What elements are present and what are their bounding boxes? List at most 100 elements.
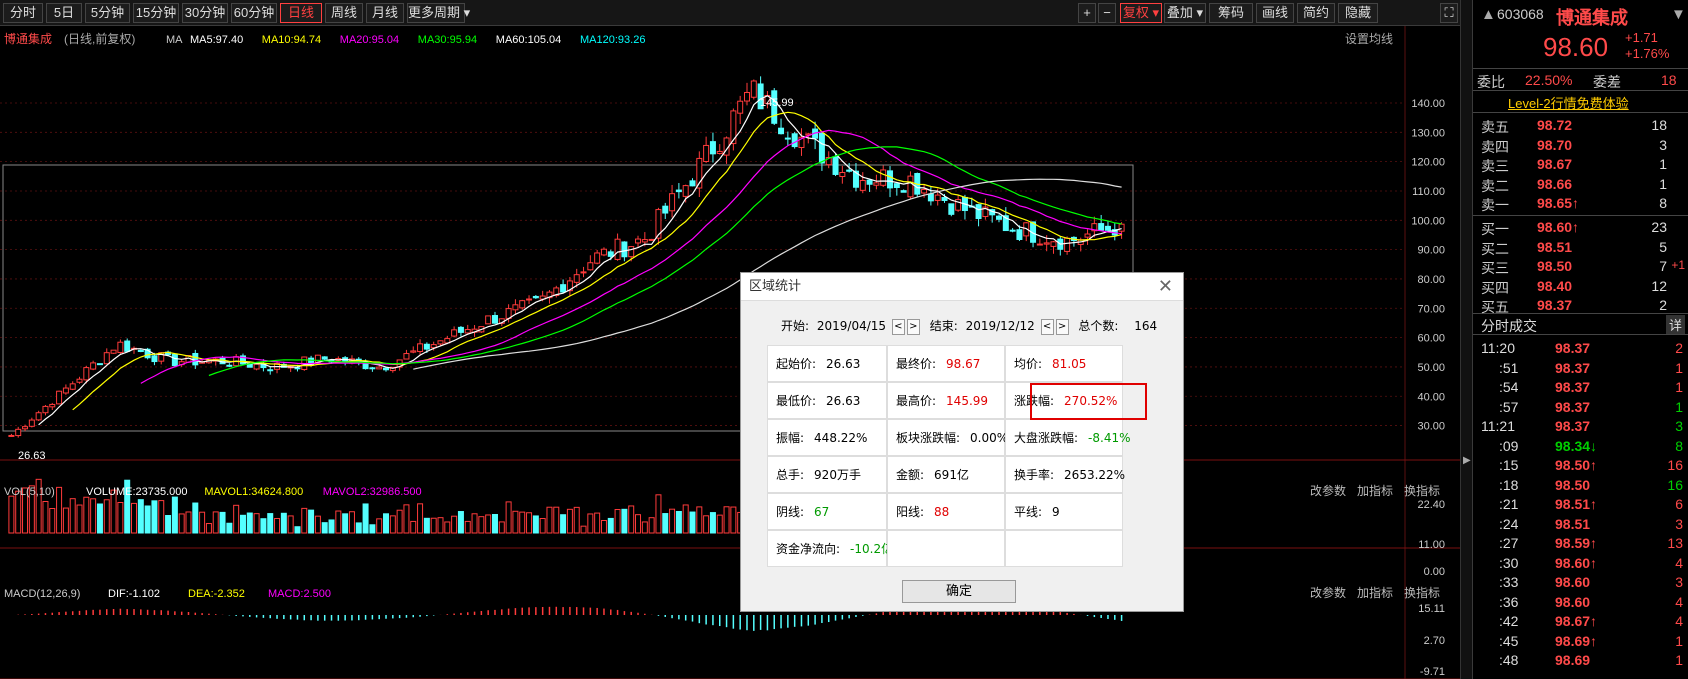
stat-cell: 平线: 9 xyxy=(1005,493,1123,530)
volume-bar xyxy=(62,507,69,534)
candle-body xyxy=(600,248,607,256)
volume-bar xyxy=(682,504,689,534)
toolbar-button-2[interactable]: 复权 ▾ xyxy=(1120,3,1162,23)
period-toolbar: 分时 5日 5分钟 15分钟 30分钟 60分钟 日线 周线 月线 更多周期 ▾ + − 复权 ▾ 叠加 … xyxy=(0,0,1460,26)
trade-price: 98.51↑ xyxy=(1555,496,1598,512)
candle-body xyxy=(35,412,42,421)
period-tab-7[interactable]: 周线 xyxy=(325,3,363,23)
ask-row-1[interactable]: 卖四 98.70 3 xyxy=(1473,137,1688,157)
volume-bar xyxy=(219,511,226,534)
fullscreen-icon[interactable]: ⛶ xyxy=(1440,3,1458,23)
candle-body xyxy=(900,190,907,193)
trade-price: 98.37 xyxy=(1555,418,1591,434)
trade-row: :36 98.60 4 xyxy=(1473,594,1688,614)
bid-row-2[interactable]: 买三 98.50 7 +1 xyxy=(1473,258,1688,278)
volume-bar xyxy=(675,510,682,534)
kline-chart[interactable]: 140.00130.00120.00110.00100.0090.0080.00… xyxy=(0,26,1460,679)
period-tab-3[interactable]: 15分钟 xyxy=(133,3,179,23)
start-next-button[interactable]: > xyxy=(906,318,920,335)
ask-price: 98.66 xyxy=(1537,175,1573,192)
toolbar-button-5[interactable]: 画线 xyxy=(1256,3,1294,23)
period-tab-4[interactable]: 30分钟 xyxy=(182,3,228,23)
trade-time: 11:20 xyxy=(1481,340,1515,356)
toolbar-button-3[interactable]: 叠加 ▾ xyxy=(1164,3,1206,23)
stat-cell: 大盘涨跌幅: -8.41% xyxy=(1005,419,1131,456)
bid-row-4[interactable]: 买五 98.37 2 xyxy=(1473,297,1688,317)
volume-bar xyxy=(669,508,676,534)
macd-tick-2: -9.71 xyxy=(1420,666,1445,678)
ask-qty: 18 xyxy=(1651,117,1667,133)
trades-detail-button[interactable]: 详 xyxy=(1665,315,1685,334)
bid-price: 98.40 xyxy=(1537,277,1573,294)
period-tab-5[interactable]: 60分钟 xyxy=(231,3,277,23)
candle-body xyxy=(464,329,471,334)
count-label: 总个数: xyxy=(1078,319,1119,333)
volume-bar xyxy=(83,496,90,534)
volume-bar xyxy=(56,486,63,534)
candle-body xyxy=(417,343,424,352)
trade-price: 98.60 xyxy=(1555,593,1591,610)
stat-label: 阴线: xyxy=(776,505,805,519)
toolbar-button-1[interactable]: − xyxy=(1098,3,1116,23)
volume-bar xyxy=(491,513,498,534)
volume-bar xyxy=(526,512,533,534)
ask-qty: 1 xyxy=(1659,175,1667,192)
bid-row-3[interactable]: 买四 98.40 12 xyxy=(1473,278,1688,298)
toolbar-button-0[interactable]: + xyxy=(1078,3,1096,23)
period-tab-8[interactable]: 月线 xyxy=(366,3,404,23)
scroll-up-icon[interactable]: ▲ xyxy=(1481,6,1496,23)
trade-time: :42 xyxy=(1499,613,1519,629)
volume-bar xyxy=(444,521,451,534)
stat-cell: 阳线: 88 xyxy=(887,493,1005,530)
trade-qty: 4 xyxy=(1675,593,1683,610)
candle-body xyxy=(975,204,982,219)
start-prev-button[interactable]: < xyxy=(891,318,905,335)
period-tab-2[interactable]: 5分钟 xyxy=(85,3,130,23)
period-tab-1[interactable]: 5日 xyxy=(46,3,82,23)
level2-link[interactable]: Level-2行情免费体验 xyxy=(1508,93,1629,112)
ok-button[interactable]: 确定 xyxy=(902,580,1016,603)
divider xyxy=(1473,215,1688,216)
toolbar-button-7[interactable]: 隐藏 xyxy=(1338,3,1378,23)
period-tab-9[interactable]: 更多周期 ▾ xyxy=(407,3,470,23)
candle-body xyxy=(832,156,839,175)
candle-body xyxy=(423,343,430,350)
trade-qty: 1 xyxy=(1675,398,1683,415)
volume-bar xyxy=(709,512,716,534)
period-tab-6[interactable]: 日线 xyxy=(280,3,322,23)
close-icon[interactable]: ✕ xyxy=(1158,276,1173,297)
toolbar-button-4[interactable]: 筹码 xyxy=(1209,3,1253,23)
candle-body xyxy=(1064,237,1071,252)
end-next-button[interactable]: > xyxy=(1055,318,1069,335)
ask-row-0[interactable]: 卖五 98.72 18 xyxy=(1473,117,1688,137)
trade-price: 98.37 xyxy=(1555,379,1591,395)
trade-row: :30 98.60↑ 4 xyxy=(1473,555,1688,575)
candle-body xyxy=(682,185,689,197)
panel-collapse-handle[interactable]: ▶ xyxy=(1460,0,1472,679)
volume-bar xyxy=(355,522,362,534)
ma-legend-0: MA5:97.40 xyxy=(190,34,243,46)
macd-button-1: 加指标 xyxy=(1357,585,1393,600)
volume-bar xyxy=(383,513,390,534)
bid-row-1[interactable]: 买二 98.51 5 xyxy=(1473,239,1688,259)
toolbar-button-6[interactable]: 简约 xyxy=(1297,3,1335,23)
ask-label: 卖五 xyxy=(1481,119,1509,135)
ask-row-3[interactable]: 卖二 98.66 1 xyxy=(1473,176,1688,196)
stat-label: 起始价: xyxy=(776,357,817,371)
ask-row-2[interactable]: 卖三 98.67 1 xyxy=(1473,156,1688,176)
candle-body xyxy=(151,355,158,363)
period-tab-0[interactable]: 分时 xyxy=(3,3,43,23)
volume-bar xyxy=(655,494,662,534)
volume-bar xyxy=(171,496,178,534)
price-tick-11: 30.00 xyxy=(1417,421,1445,433)
bid-price: 98.50 xyxy=(1537,258,1573,274)
trade-qty: 1 xyxy=(1675,632,1683,649)
candle-body xyxy=(730,110,737,145)
scroll-down-icon[interactable]: ▼ xyxy=(1671,6,1686,23)
bid-row-0[interactable]: 买一 98.60↑ 23 xyxy=(1473,219,1688,239)
end-prev-button[interactable]: < xyxy=(1040,318,1054,335)
candle-body xyxy=(1118,223,1125,232)
ask-row-4[interactable]: 卖一 98.65↑ 8 xyxy=(1473,195,1688,215)
bid-label: 买二 xyxy=(1481,240,1509,257)
trade-qty: 16 xyxy=(1667,476,1683,493)
